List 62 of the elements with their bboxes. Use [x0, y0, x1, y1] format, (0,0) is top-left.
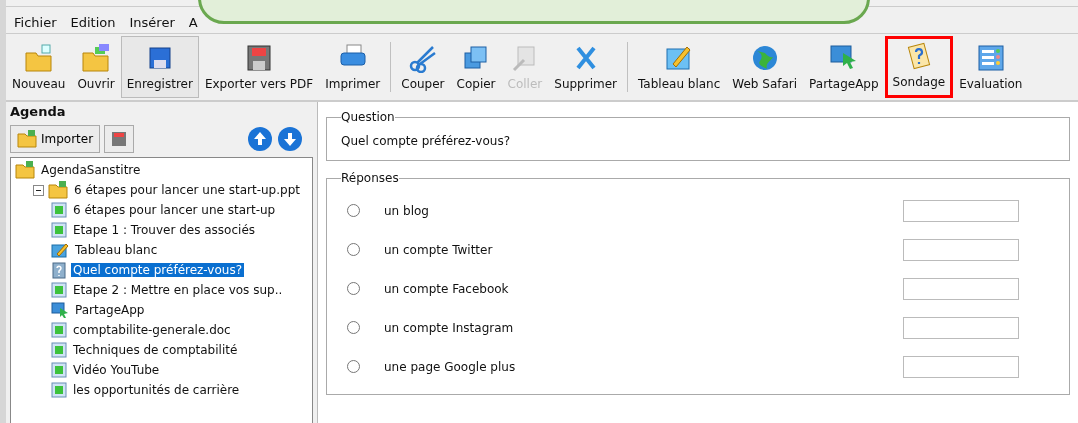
export-pdf-button[interactable]	[104, 125, 135, 153]
whiteboard-pencil-icon	[51, 242, 69, 258]
tree-item[interactable]: AgendaSanstitre	[15, 160, 308, 180]
toolbar-button[interactable]: Web Safari	[726, 36, 804, 98]
slide-icon	[51, 322, 67, 338]
toolbar-button[interactable]: Evaluation	[953, 36, 1029, 98]
input-field[interactable]	[903, 355, 1019, 378]
clipboard-question-icon	[51, 261, 67, 279]
toolbar-button[interactable]: Sondage	[884, 36, 954, 98]
tree-item[interactable]: Techniques de comptabilité	[51, 340, 308, 360]
menu-item[interactable]: Edition	[70, 15, 116, 30]
input-field[interactable]	[903, 199, 1019, 222]
tree-item[interactable]: 6 étapes pour lancer une start-up.ppt	[33, 180, 308, 200]
toolbar-button[interactable]: Couper	[395, 36, 451, 98]
menu-item[interactable]: Fichier	[14, 15, 57, 30]
toolbar-button[interactable]: Supprimer	[548, 36, 623, 98]
folder-icon	[17, 130, 37, 148]
slide-icon	[51, 282, 67, 298]
tree-item[interactable]: Tableau blanc	[51, 240, 308, 260]
toolbar-button[interactable]: Ouvrir	[71, 36, 121, 98]
panel-title: Agenda	[10, 104, 67, 119]
toolbar-button[interactable]: Enregistrer	[120, 36, 199, 98]
answer-label: un compte Twitter	[384, 242, 494, 257]
monitor-cursor-icon	[51, 302, 69, 318]
menu-item[interactable]: A	[188, 15, 198, 30]
slide-icon	[51, 382, 67, 398]
slide-icon	[51, 362, 67, 378]
answer-label: un compte Instagram	[384, 320, 515, 335]
answer-label: un blog	[384, 203, 430, 218]
tree-item[interactable]: les opportunités de carrière	[51, 380, 308, 400]
menu-item[interactable]: Insérer	[129, 15, 175, 30]
slide-icon	[51, 342, 67, 358]
group-label: Réponses	[341, 171, 399, 185]
toolbar-button[interactable]: Exporter vers PDF	[198, 36, 320, 98]
answer-label: une page Google plus	[384, 359, 517, 374]
slide-icon	[51, 202, 67, 218]
tree-item[interactable]: Quel compte préférez-vous?	[51, 260, 308, 280]
input-field[interactable]	[903, 238, 1019, 261]
folder-icon	[22, 43, 55, 73]
up-arrow-button[interactable]	[247, 126, 273, 152]
input-field[interactable]	[903, 277, 1019, 300]
toolbar-button[interactable]: PartageApp	[803, 36, 885, 98]
slide-icon	[51, 222, 67, 238]
tree-item[interactable]: Vidéo YouTube	[51, 360, 308, 380]
import-button[interactable]: Importer	[10, 125, 101, 153]
group-label: Question	[341, 110, 395, 124]
question-text: Quel compte préférez-vous?	[341, 133, 512, 150]
tree-item[interactable]: comptabilite-generale.doc	[51, 320, 308, 340]
toolbar-button[interactable]: Nouveau	[6, 36, 72, 98]
tree-item[interactable]: Etape 2 : Mettre en place vos sup..	[51, 280, 308, 300]
toolbar-button[interactable]: Copier	[450, 36, 502, 98]
toolbar-button[interactable]: Tableau blanc	[632, 36, 727, 98]
folder-icon	[15, 161, 35, 179]
collapse-icon[interactable]	[33, 184, 44, 196]
folder-icon	[48, 181, 68, 199]
toolbar-button[interactable]: Imprimer	[319, 36, 387, 98]
tree-item[interactable]: PartageApp	[51, 300, 308, 320]
tree-item[interactable]: Etape 1 : Trouver des associés	[51, 220, 308, 240]
answer-label: un compte Facebook	[384, 281, 510, 296]
input-field[interactable]	[903, 316, 1019, 339]
down-arrow-button[interactable]	[277, 126, 303, 152]
tree-item[interactable]: 6 étapes pour lancer une start-up	[51, 200, 308, 220]
